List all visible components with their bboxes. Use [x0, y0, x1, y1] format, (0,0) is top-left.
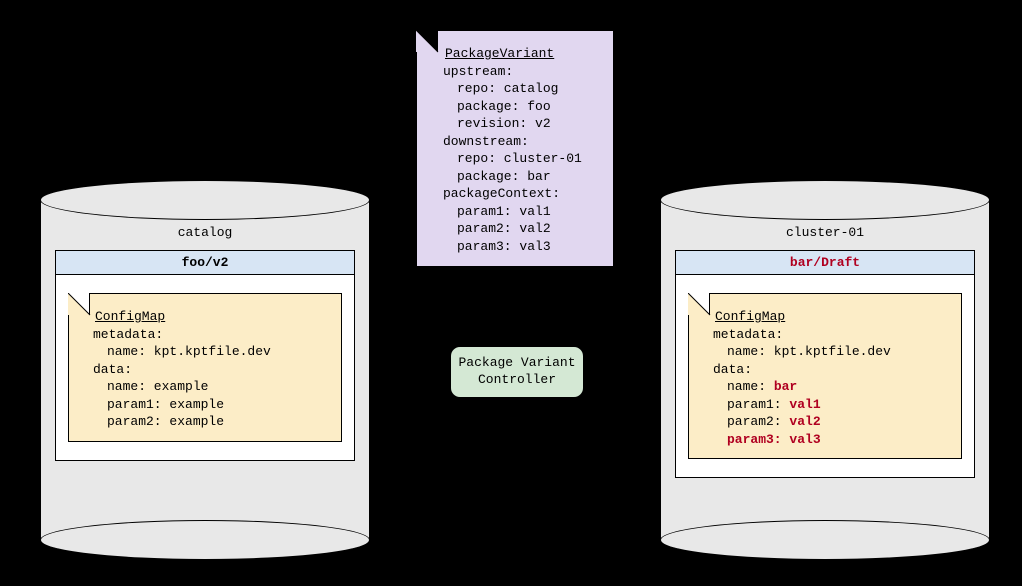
pv-line: package: foo	[457, 98, 603, 116]
cm-text: param1:	[727, 397, 789, 412]
cylinder-bottom	[40, 520, 370, 560]
pv-line: package: bar	[457, 168, 603, 186]
package-body: ConfigMap metadata: name: kpt.kptfile.de…	[56, 275, 354, 460]
cm-line: metadata:	[93, 326, 331, 344]
cm-line: name: kpt.kptfile.dev	[727, 343, 951, 361]
configmap-title: ConfigMap	[95, 308, 331, 326]
cm-line: param2: example	[107, 413, 331, 431]
cm-line: name: example	[107, 378, 331, 396]
package-card-bar: bar/Draft ConfigMap metadata: name: kpt.…	[675, 250, 975, 478]
package-card-foo: foo/v2 ConfigMap metadata: name: kpt.kpt…	[55, 250, 355, 461]
pv-line: param1: val1	[457, 203, 603, 221]
cm-text: name:	[727, 379, 774, 394]
package-title: bar/Draft	[676, 251, 974, 275]
cm-line: param1: val1	[727, 396, 951, 414]
cylinder-bottom	[660, 520, 990, 560]
pv-line: repo: catalog	[457, 80, 603, 98]
controller-line: Controller	[455, 372, 579, 389]
cm-text: param2:	[727, 414, 789, 429]
cm-value: val2	[789, 414, 820, 429]
package-body: ConfigMap metadata: name: kpt.kptfile.de…	[676, 275, 974, 477]
repo-label: catalog	[40, 225, 370, 240]
cm-line: name: kpt.kptfile.dev	[107, 343, 331, 361]
controller-box: Package Variant Controller	[450, 346, 584, 398]
packagevariant-note: PackageVariant upstream: repo: catalog p…	[416, 30, 614, 267]
cylinder-top	[40, 180, 370, 220]
configmap-note: ConfigMap metadata: name: kpt.kptfile.de…	[688, 293, 962, 459]
configmap-title: ConfigMap	[715, 308, 951, 326]
cm-line: name: bar	[727, 378, 951, 396]
pv-line: upstream:	[443, 63, 603, 81]
repo-cylinder-catalog: catalog foo/v2 ConfigMap metadata: name:…	[40, 180, 370, 560]
pv-title: PackageVariant	[445, 45, 603, 63]
configmap-note: ConfigMap metadata: name: kpt.kptfile.de…	[68, 293, 342, 442]
pv-line: repo: cluster-01	[457, 150, 603, 168]
repo-cylinder-cluster01: cluster-01 bar/Draft ConfigMap metadata:…	[660, 180, 990, 560]
cm-line: param2: val2	[727, 413, 951, 431]
pv-line: packageContext:	[443, 185, 603, 203]
cm-line: metadata:	[713, 326, 951, 344]
cm-value: bar	[774, 379, 797, 394]
package-title: foo/v2	[56, 251, 354, 275]
pv-line: downstream:	[443, 133, 603, 151]
repo-label: cluster-01	[660, 225, 990, 240]
cm-value: val1	[789, 397, 820, 412]
cm-line: data:	[713, 361, 951, 379]
pv-line: param2: val2	[457, 220, 603, 238]
cm-line: param1: example	[107, 396, 331, 414]
cylinder-top	[660, 180, 990, 220]
pv-line: revision: v2	[457, 115, 603, 133]
pv-line: param3: val3	[457, 238, 603, 256]
cm-line: param3: val3	[727, 431, 951, 449]
controller-line: Package Variant	[455, 355, 579, 372]
cm-line: data:	[93, 361, 331, 379]
